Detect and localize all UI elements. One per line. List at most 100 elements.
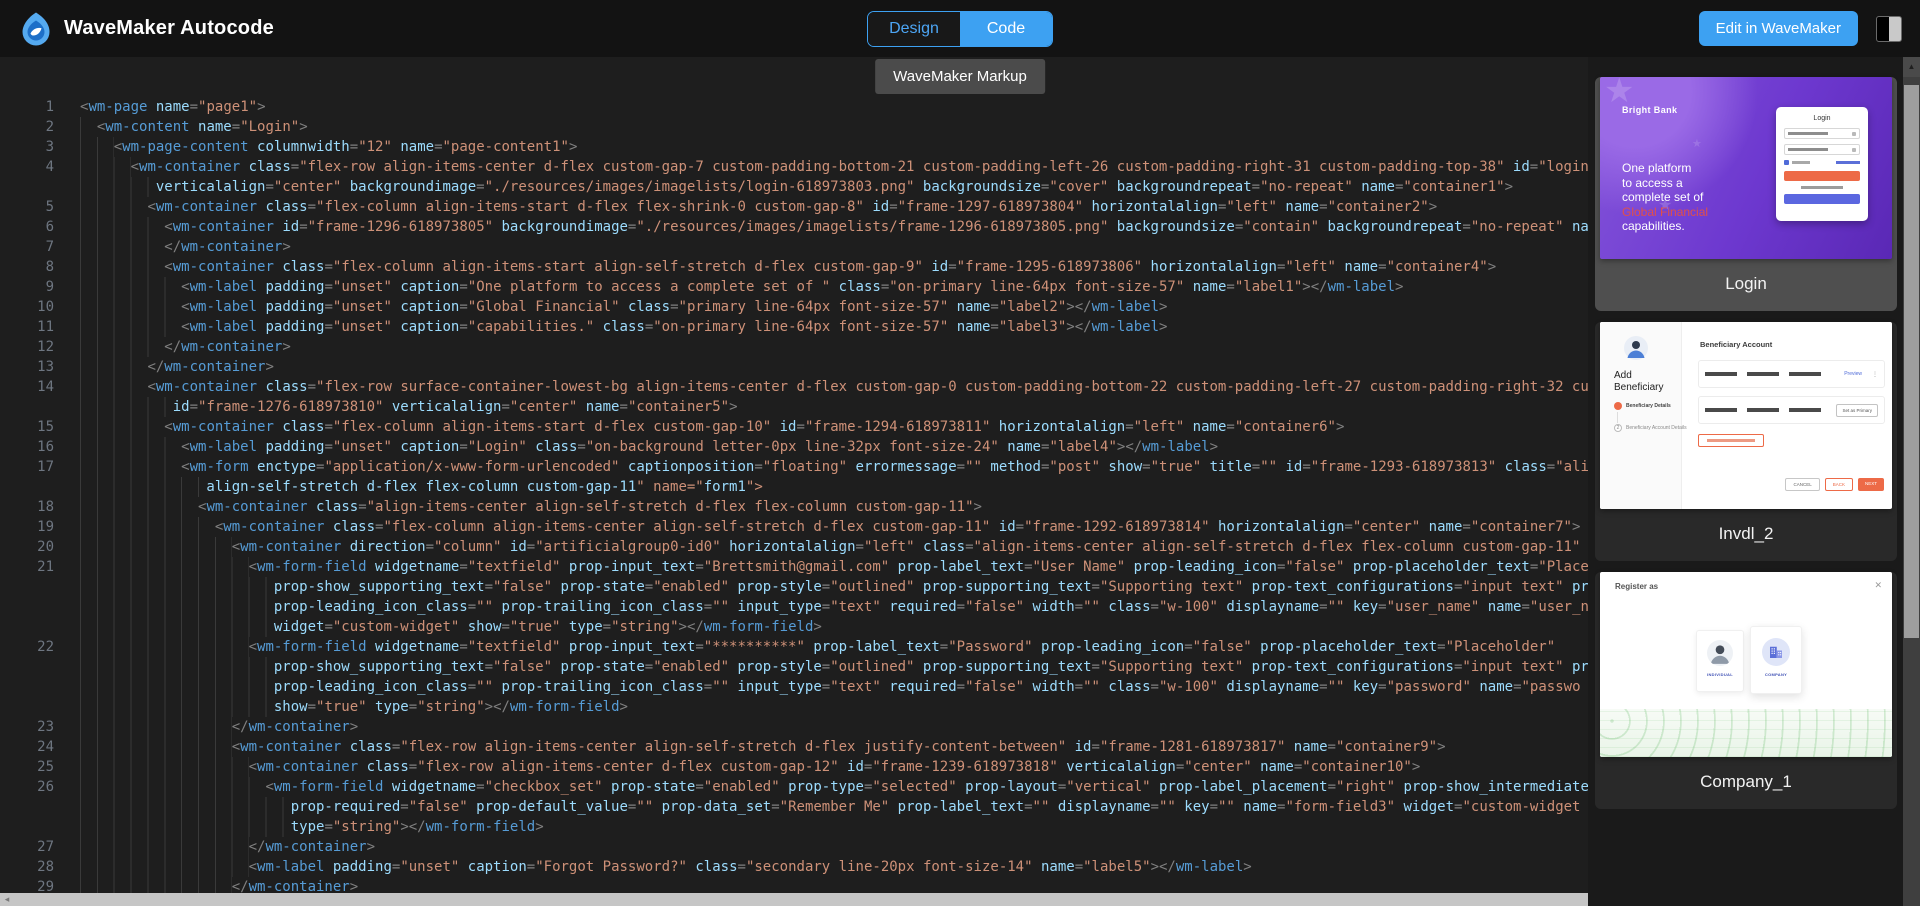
design-tab[interactable]: Design [868,12,960,46]
code-row: 15 <wm-container class="flex-column alig… [0,417,1588,437]
thumb-doodle-pattern [1600,709,1892,757]
thumb-register-button [1784,194,1860,204]
code-row: 1<wm-page name="page1"> [0,97,1588,117]
code-row: 7 </wm-container> [0,237,1588,257]
code-row: 23 </wm-container> [0,717,1588,737]
code-row: 10 <wm-label padding="unset" caption="Gl… [0,297,1588,317]
page-card-company1[interactable]: Register as ✕ INDIVIDUAL [1595,572,1897,809]
code-row: 3 <wm-page-content columnwidth="12" name… [0,137,1588,157]
thumb-headline: One platform to access a complete set of… [1622,161,1708,234]
edit-in-wavemaker-button[interactable]: Edit in WaveMaker [1699,11,1858,46]
thumb-remember-row [1784,160,1860,165]
code-row: 5 <wm-container class="flex-column align… [0,197,1588,217]
thumb-individual-card: INDIVIDUAL [1696,630,1744,692]
company1-page-thumbnail: Register as ✕ INDIVIDUAL [1600,572,1892,757]
topbar-right: Edit in WaveMaker [1699,11,1902,46]
page-cards-column: ★ ★ ★ Bright Bank One platform to access… [1588,57,1903,906]
app-title: WaveMaker Autocode [64,17,274,40]
code-row: prop-leading_icon_class="" prop-trailing… [0,597,1588,617]
thumb-step-1: Beneficiary Details [1614,402,1671,410]
code-row: 28 <wm-label padding="unset" caption="Fo… [0,857,1588,877]
code-row: 2 <wm-content name="Login"> [0,117,1588,137]
star-decoration-icon: ★ [1692,137,1702,150]
page-label: Invdl_2 [1595,509,1897,561]
thumb-caption-bar [1801,186,1843,189]
code-row: 13 </wm-container> [0,357,1588,377]
thumb-login-button [1784,171,1860,181]
code-row: 20 <wm-container direction="column" id="… [0,537,1588,557]
code-row: 21 <wm-form-field widgetname="textfield"… [0,557,1588,577]
code-row: 11 <wm-label padding="unset" caption="ca… [0,317,1588,337]
code-row: prop-leading_icon_class="" prop-trailing… [0,677,1588,697]
code-row: 17 <wm-form enctype="application/x-www-f… [0,457,1588,477]
code-row: 26 <wm-form-field widgetname="checkbox_s… [0,777,1588,797]
topbar: WaveMaker Autocode Design Code Edit in W… [0,0,1920,57]
wavemaker-logo-icon [18,11,54,47]
thumb-beneficiary-row: Set as Primary [1698,396,1885,424]
avatar-icon [1624,336,1648,360]
building-icon [1767,643,1785,661]
code-row: 9 <wm-label padding="unset" caption="One… [0,277,1588,297]
scroll-left-icon[interactable]: ◂ [0,894,14,905]
code-row: align-self-stretch d-flex flex-column cu… [0,477,1588,497]
thumb-input [1784,144,1860,155]
invdl2-page-thumbnail: Add Beneficiary Beneficiary Details 2 Be… [1600,322,1892,509]
kebab-menu-icon: ⋮ [1872,371,1878,378]
thumb-input [1784,128,1860,139]
page-label: Company_1 [1595,757,1897,809]
thumb-heading: Beneficiary Account [1700,340,1772,349]
code-row: prop-required="false" prop-default_value… [0,797,1588,817]
code-row: 22 <wm-form-field widgetname="textfield"… [0,637,1588,657]
thumb-login-form: Login [1776,107,1868,221]
horizontal-scrollbar[interactable]: ◂ [0,893,1588,906]
code-row: 19 <wm-container class="flex-column alig… [0,517,1588,537]
thumb-beneficiary-row: Preview ⋮ [1698,360,1885,388]
code-row: 16 <wm-label padding="unset" caption="Lo… [0,437,1588,457]
code-row: id="frame-1276-618973810" verticalalign=… [0,397,1588,417]
code-row: 25 <wm-container class="flex-row align-i… [0,757,1588,777]
code-row: 4 <wm-container class="flex-row align-it… [0,157,1588,177]
main-area: 1<wm-page name="page1">2 <wm-content nam… [0,57,1920,906]
thumb-heading: Register as [1615,582,1658,591]
close-icon: ✕ [1874,580,1882,591]
brand: WaveMaker Autocode [18,11,274,47]
scrollbar-thumb[interactable] [1904,85,1919,638]
code-row: verticalalign="center" backgroundimage="… [0,177,1588,197]
pages-sidebar: ★ ★ ★ Bright Bank One platform to access… [1588,57,1920,906]
thumb-company-card: COMPANY [1750,626,1802,694]
code-row: 14 <wm-container class="flex-row surface… [0,377,1588,397]
code-editor: 1<wm-page name="page1">2 <wm-content nam… [0,57,1588,906]
code-row: prop-show_supporting_text="false" prop-s… [0,657,1588,677]
step-dot-icon [1614,402,1622,410]
thumb-panel-title: Add Beneficiary [1614,370,1663,394]
design-code-toggle: Design Code [867,11,1053,47]
code-row: 24 <wm-container class="flex-row align-i… [0,737,1588,757]
code-row: type="string"></wm-form-field> [0,817,1588,837]
code-row: 6 <wm-container id="frame-1296-618973805… [0,217,1588,237]
checkbox-icon [1784,160,1789,165]
login-page-thumbnail: ★ ★ ★ Bright Bank One platform to access… [1600,77,1892,259]
page-card-login[interactable]: ★ ★ ★ Bright Bank One platform to access… [1595,77,1897,311]
scroll-up-icon[interactable]: ▲ [1903,57,1920,77]
thumb-actions: CANCEL BACK NEXT [1785,478,1884,491]
code-row: 12 </wm-container> [0,337,1588,357]
page-label: Login [1595,259,1897,311]
code-tab[interactable]: Code [960,12,1052,46]
code-row: 18 <wm-container class="align-items-cent… [0,497,1588,517]
code-row: widget="custom-widget" show="true" type=… [0,617,1588,637]
code-row: 8 <wm-container class="flex-column align… [0,257,1588,277]
toggle-panel-icon[interactable] [1876,16,1902,42]
code-lines: 1<wm-page name="page1">2 <wm-content nam… [0,57,1588,897]
code-row: prop-show_supporting_text="false" prop-s… [0,577,1588,597]
code-row: 27 </wm-container> [0,837,1588,857]
thumb-brand-text: Bright Bank [1622,105,1677,115]
step-number-icon: 2 [1614,424,1622,432]
thumb-add-beneficiary-button [1698,434,1764,447]
vertical-scrollbar[interactable]: ▲ [1903,57,1920,906]
person-icon [1707,640,1733,666]
thumb-step-2: 2 Beneficiary Account Details [1614,424,1687,432]
code-row: show="true" type="string"></wm-form-fiel… [0,697,1588,717]
wavemaker-markup-tooltip: WaveMaker Markup [875,59,1045,94]
step-connector [1617,412,1618,423]
page-card-invdl2[interactable]: Add Beneficiary Beneficiary Details 2 Be… [1595,322,1897,561]
